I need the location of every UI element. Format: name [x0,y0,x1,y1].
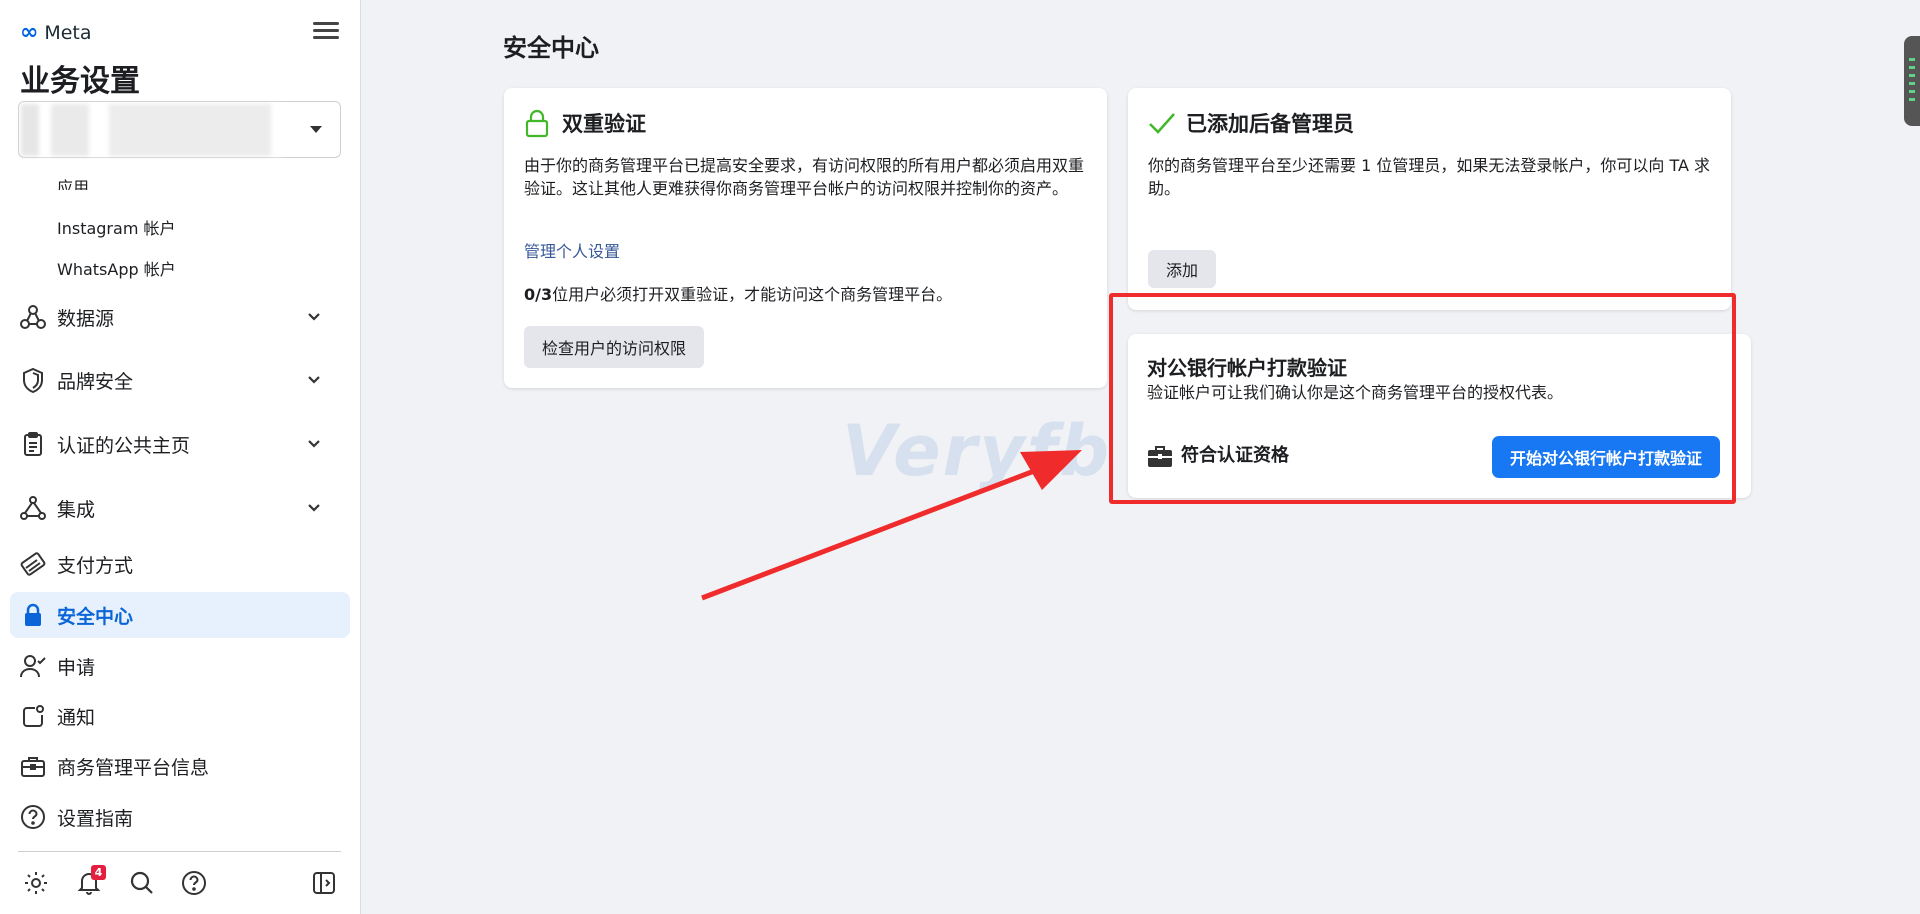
sidebar-item-security-center[interactable]: 安全中心 [10,592,350,638]
sidebar-item-label: 安全中心 [57,605,134,628]
sidebar-subitem-whatsapp[interactable]: WhatsApp 帐户 [57,256,176,280]
help-icon[interactable] [179,868,209,898]
sidebar-divider [18,851,341,852]
bell-icon[interactable]: 4 [74,865,106,898]
search-icon[interactable] [127,868,157,898]
backup-admin-card: 已添加后备管理员 你的商务管理平台至少还需要 1 位管理员，如果无法登录帐户，你… [1128,88,1731,310]
data-sources-icon [18,302,48,332]
manage-personal-settings-link[interactable]: 管理个人设置 [524,238,620,262]
question-icon [18,802,48,832]
sidebar-item-requests[interactable]: 申请 [10,643,350,689]
chevron-down-icon [308,440,320,448]
sidebar-item-notifications[interactable]: 通知 [10,693,350,739]
card-icon [18,549,48,579]
two-factor-status-text: 位用户必须打开双重验证，才能访问这个商务管理平台。 [552,285,953,304]
check-icon [1149,113,1175,134]
two-factor-count: 0/3 [524,285,553,304]
sidebar: ∞ Meta 业务设置 应用 Instagram 帐户 WhatsApp 帐户 … [0,0,361,914]
sidebar-item-label: 品牌安全 [57,370,134,393]
briefcase-icon [18,751,48,781]
person-check-icon [18,651,48,681]
main-title: 安全中心 [503,34,599,62]
highlight-annotation-box [1109,293,1736,504]
caret-down-icon [310,126,322,133]
sidebar-item-label: 数据源 [57,307,115,330]
integration-icon [18,493,48,523]
sidebar-subitem-apps[interactable]: 应用 [57,174,89,190]
sidebar-item-payment-methods[interactable]: 支付方式 [10,541,350,587]
sidebar-item-label: 支付方式 [57,554,134,577]
check-user-access-button[interactable]: 检查用户的访问权限 [524,326,705,368]
sidebar-item-setup-guide[interactable]: 设置指南 [10,794,350,840]
meta-wordmark: Meta [44,21,92,44]
shield-icon [18,365,48,395]
meta-logo[interactable]: ∞ Meta [20,20,92,45]
chevron-down-icon [308,504,320,512]
notification-count-badge: 4 [91,865,106,880]
clipboard-icon [18,429,48,459]
sidebar-item-verified-pages[interactable]: 认证的公共主页 [10,421,350,467]
business-account-select[interactable] [18,101,341,158]
sidebar-item-integrations[interactable]: 集成 [10,485,350,531]
annotation-arrow [701,450,1082,601]
settings-gear-icon[interactable] [21,868,51,898]
blurred-account-name [21,104,283,156]
two-factor-description: 由于你的商务管理平台已提高安全要求，有访问权限的所有用户都必须启用双重验证。这让… [524,156,1085,198]
add-admin-button[interactable]: 添加 [1148,250,1217,288]
sidebar-item-label: 设置指南 [57,807,134,830]
chevron-down-icon [308,376,320,384]
notification-icon [18,701,48,731]
page-heading: 业务设置 [20,64,140,99]
two-factor-card: 双重验证 由于你的商务管理平台已提高安全要求，有访问权限的所有用户都必须启用双重… [504,88,1107,388]
collapse-sidebar-icon[interactable] [309,868,339,898]
sidebar-item-label: 通知 [57,706,96,729]
sidebar-item-label: 认证的公共主页 [57,434,191,457]
sidebar-item-label: 集成 [57,498,96,521]
lock-outline-icon [525,109,549,138]
backup-admin-description: 你的商务管理平台至少还需要 1 位管理员，如果无法登录帐户，你可以向 TA 求助… [1148,156,1711,198]
sidebar-item-label: 商务管理平台信息 [57,756,210,779]
sidebar-item-business-info[interactable]: 商务管理平台信息 [10,743,350,789]
meta-infinity-icon: ∞ [20,20,39,45]
two-factor-status: 0/3位用户必须打开双重验证，才能访问这个商务管理平台。 [524,283,1089,306]
hamburger-menu-icon[interactable] [313,18,339,44]
chevron-down-icon [308,313,320,321]
lock-icon [18,600,48,630]
two-factor-title: 双重验证 [562,112,646,136]
sidebar-item-label: 申请 [57,656,96,679]
sidebar-item-brand-safety[interactable]: 品牌安全 [10,357,350,403]
scrollbar-thumb[interactable] [1904,36,1920,126]
backup-admin-title: 已添加后备管理员 [1186,112,1354,136]
sidebar-subitem-instagram[interactable]: Instagram 帐户 [57,215,176,239]
sidebar-item-data-sources[interactable]: 数据源 [10,294,350,340]
